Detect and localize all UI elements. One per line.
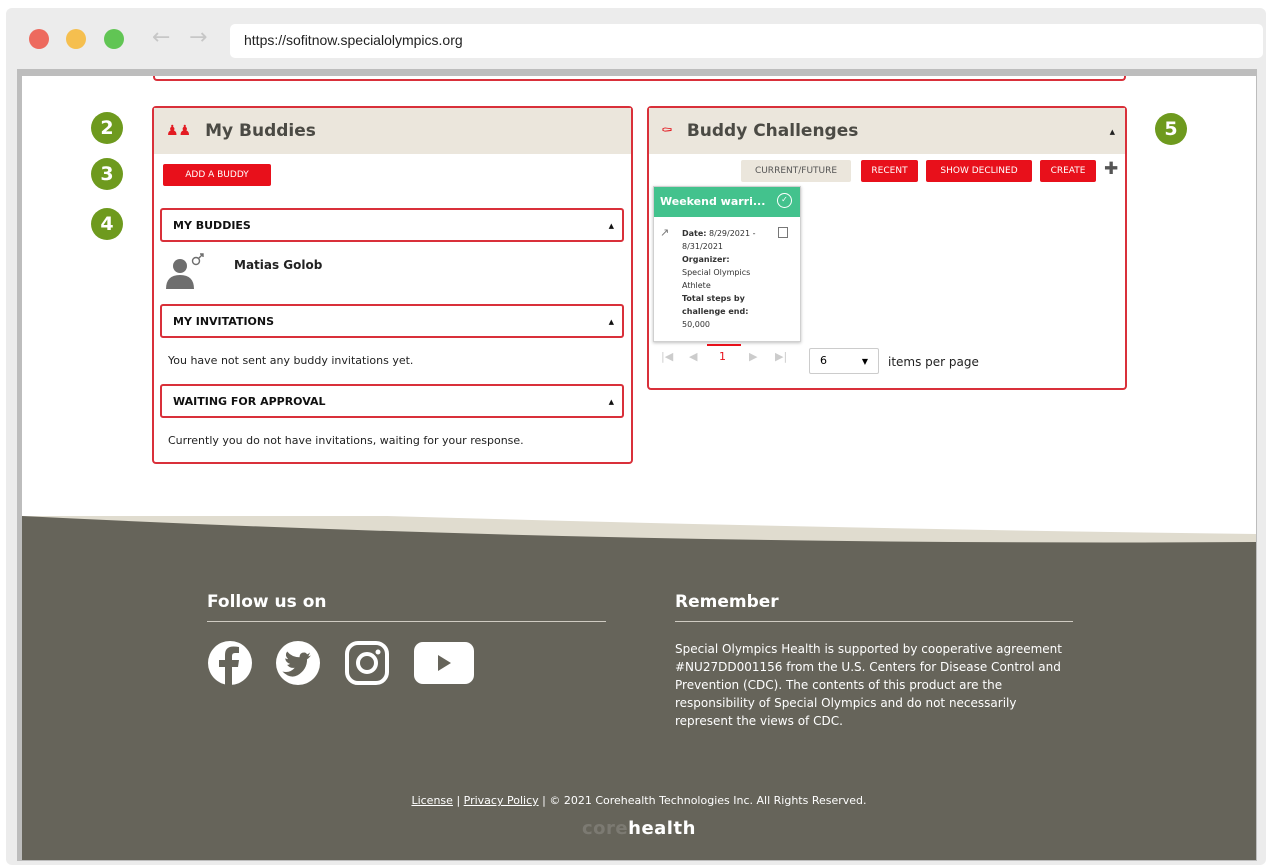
buddy-name[interactable]: Matias Golob bbox=[234, 258, 322, 272]
trophy-icon: ⚰ bbox=[661, 123, 673, 139]
user-male-avatar-icon bbox=[166, 253, 204, 289]
corehealth-logo: corehealth bbox=[582, 818, 696, 839]
refresh-icon[interactable]: ✓ bbox=[777, 193, 792, 208]
challenge-card-body: ↗ Date: 8/29/2021 - 8/31/2021 Organizer:… bbox=[654, 217, 800, 331]
prev-page-icon[interactable]: ◀ bbox=[689, 350, 697, 363]
follow-us-title: Follow us on bbox=[207, 592, 327, 612]
add-buddy-button[interactable]: ADD A BUDDY bbox=[163, 164, 271, 186]
previous-panel-bottom bbox=[153, 76, 1126, 81]
site-footer: Follow us on Remember Special Olympics H… bbox=[22, 516, 1256, 860]
address-bar[interactable]: https://sofitnow.specialolympics.org bbox=[230, 24, 1263, 58]
arrow-left-icon[interactable]: ← bbox=[152, 27, 170, 49]
next-page-icon[interactable]: ▶ bbox=[749, 350, 757, 363]
remember-text: Special Olympics Health is supported by … bbox=[675, 642, 1062, 728]
follow-us-divider bbox=[207, 621, 606, 622]
current-page[interactable]: 1 bbox=[719, 350, 726, 363]
my-buddies-panel: ♟♟ My Buddies ADD A BUDDY MY BUDDIES ▲ M… bbox=[152, 106, 633, 464]
remember-divider bbox=[675, 621, 1073, 622]
first-page-icon[interactable]: |◀ bbox=[661, 350, 673, 363]
tab-recent[interactable]: RECENT bbox=[861, 160, 918, 182]
items-per-page-select[interactable]: 6 ▼ bbox=[809, 348, 879, 374]
current-page-underline bbox=[707, 344, 741, 346]
date-value-end: 8/31/2021 bbox=[682, 242, 724, 251]
buddy-challenges-header: ⚰ Buddy Challenges ▲ bbox=[649, 108, 1125, 154]
challenge-title: Weekend warri... bbox=[660, 195, 766, 208]
step-badge-5: 5 bbox=[1155, 113, 1187, 145]
items-per-page-value: 6 bbox=[820, 354, 827, 367]
twitter-icon[interactable] bbox=[275, 640, 321, 686]
tab-create[interactable]: CREATE bbox=[1040, 160, 1096, 182]
buddy-challenges-panel: ⚰ Buddy Challenges ▲ CURRENT/FUTURE RECE… bbox=[647, 106, 1127, 390]
buddy-challenges-title: Buddy Challenges bbox=[686, 121, 859, 141]
plus-icon[interactable]: ✚ bbox=[1104, 159, 1118, 179]
arrow-right-icon[interactable]: → bbox=[189, 27, 207, 49]
organizer-label: Organizer: bbox=[682, 255, 730, 264]
steps-label-1: Total steps by bbox=[682, 294, 745, 303]
users-icon: ♟♟ bbox=[166, 123, 192, 139]
chevron-up-icon: ▲ bbox=[608, 398, 614, 406]
organizer-line1: Special Olympics bbox=[682, 268, 751, 277]
minimize-window-button[interactable] bbox=[66, 29, 86, 49]
date-value: 8/29/2021 - bbox=[709, 229, 756, 238]
privacy-policy-link[interactable]: Privacy Policy bbox=[464, 794, 539, 807]
tab-show-declined[interactable]: SHOW DECLINED bbox=[926, 160, 1032, 182]
organizer-line2: Athlete bbox=[682, 281, 711, 290]
youtube-icon[interactable] bbox=[413, 640, 475, 686]
steps-value: 50,000 bbox=[682, 320, 710, 329]
chevron-up-icon[interactable]: ▲ bbox=[1110, 128, 1115, 136]
my-buddies-header: ♟♟ My Buddies bbox=[154, 108, 631, 154]
calendar-icon[interactable] bbox=[778, 227, 788, 238]
waiting-approval-section-toggle[interactable]: WAITING FOR APPROVAL ▲ bbox=[160, 384, 624, 418]
challenge-card[interactable]: Weekend warri... ✓ ↗ Date: 8/29/2021 - 8… bbox=[653, 186, 801, 342]
step-badge-2: 2 bbox=[91, 112, 123, 144]
my-buddies-section-toggle[interactable]: MY BUDDIES ▲ bbox=[160, 208, 624, 242]
page-content: 2 3 4 5 ♟♟ My Buddies ADD A BUDDY MY BUD… bbox=[22, 76, 1256, 860]
footer-separator: | bbox=[456, 794, 461, 807]
my-buddies-section-label: MY BUDDIES bbox=[173, 219, 251, 232]
tab-current-future[interactable]: CURRENT/FUTURE bbox=[741, 160, 851, 182]
date-label: Date: bbox=[682, 229, 707, 238]
chevron-down-icon: ▼ bbox=[861, 357, 868, 366]
copyright-line: License | Privacy Policy | © 2021 Corehe… bbox=[22, 794, 1256, 807]
maximize-window-button[interactable] bbox=[104, 29, 124, 49]
waiting-empty-text: Currently you do not have invitations, w… bbox=[168, 434, 524, 447]
trend-icon: ↗ bbox=[660, 226, 670, 239]
instagram-icon[interactable] bbox=[344, 640, 390, 686]
last-page-icon[interactable]: ▶| bbox=[775, 350, 787, 363]
my-buddies-title: My Buddies bbox=[205, 121, 316, 141]
challenge-card-header: Weekend warri... ✓ bbox=[654, 187, 800, 217]
step-badge-4: 4 bbox=[91, 208, 123, 240]
license-link[interactable]: License bbox=[411, 794, 452, 807]
my-invitations-section-toggle[interactable]: MY INVITATIONS ▲ bbox=[160, 304, 624, 338]
buddy-row[interactable]: Matias Golob bbox=[164, 251, 464, 291]
chevron-up-icon: ▲ bbox=[608, 318, 614, 326]
steps-label-2: challenge end: bbox=[682, 307, 749, 316]
remember-title: Remember bbox=[675, 592, 779, 612]
facebook-icon[interactable] bbox=[207, 640, 253, 686]
copyright-text: | © 2021 Corehealth Technologies Inc. Al… bbox=[542, 794, 867, 807]
close-window-button[interactable] bbox=[29, 29, 49, 49]
chevron-up-icon: ▲ bbox=[608, 222, 614, 230]
step-badge-3: 3 bbox=[91, 158, 123, 190]
invitations-empty-text: You have not sent any buddy invitations … bbox=[168, 354, 414, 367]
logo-health: health bbox=[628, 818, 696, 839]
waiting-approval-section-label: WAITING FOR APPROVAL bbox=[173, 395, 326, 408]
items-per-page-label: items per page bbox=[888, 355, 979, 369]
my-invitations-section-label: MY INVITATIONS bbox=[173, 315, 275, 328]
logo-core: core bbox=[582, 818, 629, 839]
